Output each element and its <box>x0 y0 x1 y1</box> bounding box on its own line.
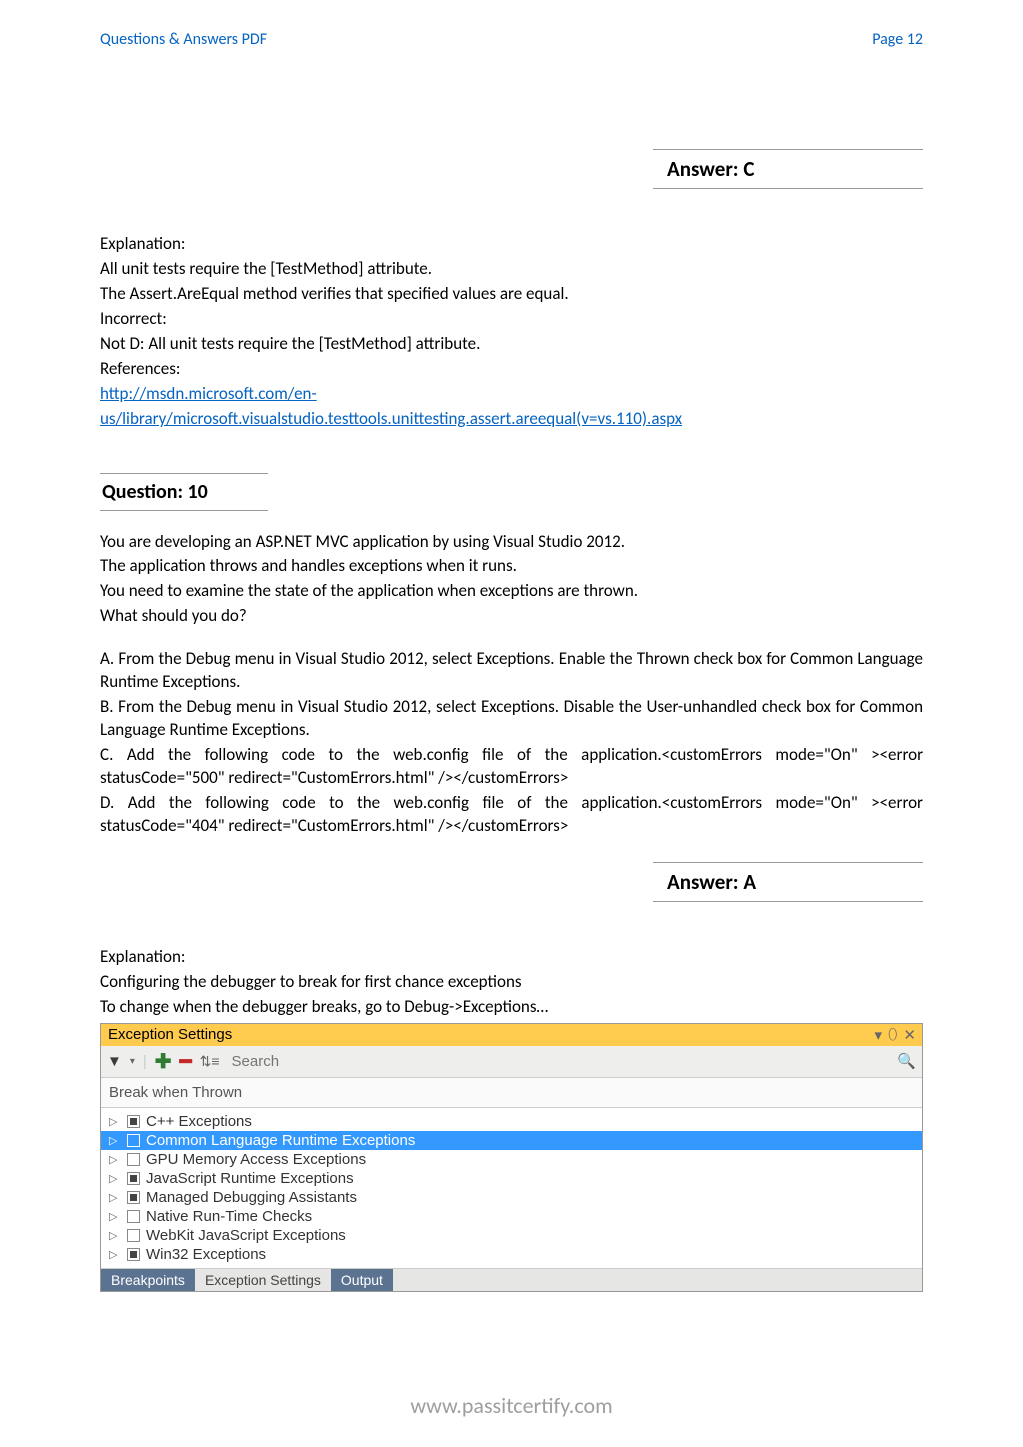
dropdown-icon[interactable]: ▾ <box>874 1026 882 1044</box>
break-when-thrown-label: Break when Thrown <box>101 1078 922 1108</box>
explanation-9-line: The Assert.AreEqual method verifies that… <box>100 283 923 306</box>
exception-category-row[interactable]: ▷ Win32 Exceptions <box>101 1245 922 1264</box>
exception-toolbar: ▼ ▾ | ✚ ━ ⇅≡ 🔍 <box>101 1046 922 1078</box>
bottom-tabs: Breakpoints Exception Settings Output <box>101 1268 922 1291</box>
answer-9-box: Answer: C <box>653 149 923 189</box>
header-right: Page 12 <box>872 30 923 49</box>
exception-category-row[interactable]: ▷ JavaScript Runtime Exceptions <box>101 1169 922 1188</box>
reference-link-1[interactable]: http://msdn.microsoft.com/en- <box>100 383 317 404</box>
checkbox[interactable] <box>127 1153 140 1166</box>
question-10-body: You are developing an ASP.NET MVC applic… <box>100 531 923 838</box>
expand-icon[interactable]: ▷ <box>109 1134 121 1147</box>
expand-icon[interactable]: ▷ <box>109 1115 121 1128</box>
explanation-10-title: Explanation: <box>100 946 923 969</box>
exception-category-row[interactable]: ▷ GPU Memory Access Exceptions <box>101 1150 922 1169</box>
reference-link-2[interactable]: us/library/microsoft.visualstudio.testto… <box>100 408 682 429</box>
exception-category-row[interactable]: ▷ Common Language Runtime Exceptions <box>101 1131 922 1150</box>
checkbox[interactable] <box>127 1172 140 1185</box>
exception-category-row[interactable]: ▷ WebKit JavaScript Exceptions <box>101 1226 922 1245</box>
question-10-option-c: C. Add the following code to the web.con… <box>100 744 923 790</box>
tab-breakpoints[interactable]: Breakpoints <box>101 1269 195 1291</box>
exception-tree: ▷ C++ Exceptions ▷ Common Language Runti… <box>101 1108 922 1268</box>
expand-icon[interactable]: ▷ <box>109 1191 121 1204</box>
expand-icon[interactable]: ▷ <box>109 1229 121 1242</box>
question-10-stem: The application throws and handles excep… <box>100 555 923 578</box>
footer-url: www.passitcertify.com <box>0 1392 1023 1419</box>
checkbox[interactable] <box>127 1134 140 1147</box>
filter-dropdown-icon[interactable]: ▾ <box>130 1056 135 1067</box>
exception-category-label: Managed Debugging Assistants <box>146 1189 357 1206</box>
remove-icon[interactable]: ━ <box>180 1049 192 1074</box>
question-10-option-b: B. From the Debug menu in Visual Studio … <box>100 696 923 742</box>
expand-icon[interactable]: ▷ <box>109 1153 121 1166</box>
question-10-stem: What should you do? <box>100 605 923 628</box>
exception-category-row[interactable]: ▷ Managed Debugging Assistants <box>101 1188 922 1207</box>
exception-category-label: C++ Exceptions <box>146 1113 252 1130</box>
expand-icon[interactable]: ▷ <box>109 1172 121 1185</box>
checkbox[interactable] <box>127 1191 140 1204</box>
explanation-10: Explanation: Configuring the debugger to… <box>100 946 923 1019</box>
expand-icon[interactable]: ▷ <box>109 1248 121 1261</box>
expand-icon[interactable]: ▷ <box>109 1210 121 1223</box>
question-10-stem: You need to examine the state of the app… <box>100 580 923 603</box>
exception-category-label: WebKit JavaScript Exceptions <box>146 1227 346 1244</box>
exception-category-row[interactable]: ▷ Native Run-Time Checks <box>101 1207 922 1226</box>
checkbox[interactable] <box>127 1210 140 1223</box>
explanation-9: Explanation: All unit tests require the … <box>100 233 923 431</box>
answer-10-box: Answer: A <box>653 862 923 902</box>
explanation-9-title: Explanation: <box>100 233 923 256</box>
explanation-10-line: Configuring the debugger to break for fi… <box>100 971 923 994</box>
explanation-9-line: Incorrect: <box>100 308 923 331</box>
exception-category-label: Win32 Exceptions <box>146 1246 266 1263</box>
exception-category-label: GPU Memory Access Exceptions <box>146 1151 366 1168</box>
exception-category-label: Native Run-Time Checks <box>146 1208 312 1225</box>
explanation-9-line: References: <box>100 358 923 381</box>
checkbox[interactable] <box>127 1229 140 1242</box>
list-icon[interactable]: ⇅≡ <box>200 1053 220 1070</box>
question-10-option-a: A. From the Debug menu in Visual Studio … <box>100 648 923 694</box>
exception-settings-panel: Exception Settings ▾ ⬯ ✕ ▼ ▾ | ✚ ━ ⇅≡ 🔍 … <box>100 1023 923 1292</box>
checkbox[interactable] <box>127 1248 140 1261</box>
question-10-heading: Question: 10 <box>100 473 268 511</box>
question-10-option-d: D. Add the following code to the web.con… <box>100 792 923 838</box>
explanation-9-line: All unit tests require the [TestMethod] … <box>100 258 923 281</box>
filter-icon[interactable]: ▼ <box>107 1053 122 1070</box>
tab-output[interactable]: Output <box>331 1269 393 1291</box>
add-icon[interactable]: ✚ <box>155 1049 172 1074</box>
explanation-10-line: To change when the debugger breaks, go t… <box>100 996 923 1019</box>
search-icon[interactable]: 🔍 <box>897 1052 916 1070</box>
close-icon[interactable]: ✕ <box>903 1026 916 1044</box>
exception-category-row[interactable]: ▷ C++ Exceptions <box>101 1112 922 1131</box>
question-10-stem: You are developing an ASP.NET MVC applic… <box>100 531 923 554</box>
checkbox[interactable] <box>127 1115 140 1128</box>
pin-icon[interactable]: ⬯ <box>888 1026 897 1043</box>
tab-exception-settings[interactable]: Exception Settings <box>195 1269 331 1291</box>
header-left: Questions & Answers PDF <box>100 30 267 49</box>
exception-settings-titlebar: Exception Settings ▾ ⬯ ✕ <box>101 1024 922 1046</box>
exception-category-label: JavaScript Runtime Exceptions <box>146 1170 354 1187</box>
search-input[interactable] <box>228 1053 890 1070</box>
explanation-9-line: Not D: All unit tests require the [TestM… <box>100 333 923 356</box>
exception-settings-title-text: Exception Settings <box>108 1026 232 1043</box>
exception-category-label: Common Language Runtime Exceptions <box>146 1132 415 1149</box>
